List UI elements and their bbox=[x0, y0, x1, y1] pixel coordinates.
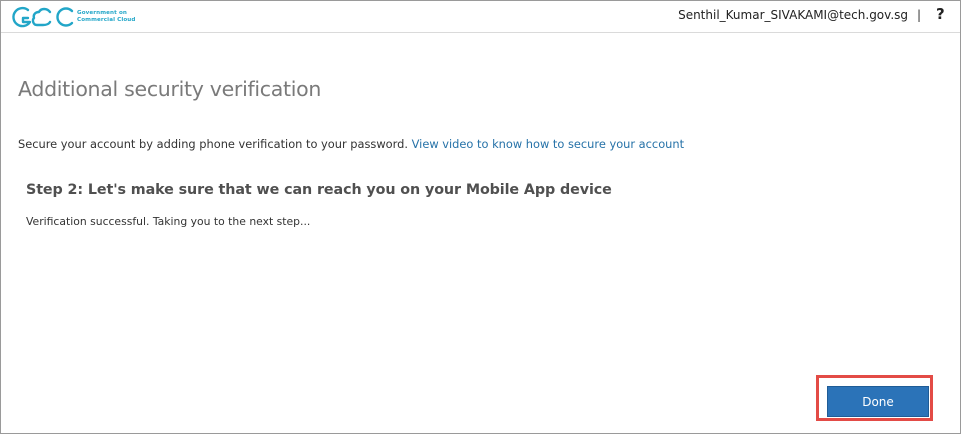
logo-line-2: Commercial Cloud bbox=[77, 17, 136, 23]
gcc-logo: Government on Commercial Cloud bbox=[10, 4, 135, 30]
page-frame: Government on Commercial Cloud Senthil_K… bbox=[0, 0, 961, 434]
page-title: Additional security verification bbox=[18, 77, 322, 101]
logo-text: Government on Commercial Cloud bbox=[77, 10, 135, 24]
done-button[interactable]: Done bbox=[827, 386, 929, 417]
header-separator: | bbox=[917, 8, 922, 22]
help-icon[interactable]: ? bbox=[936, 5, 945, 23]
verification-status: Verification successful. Taking you to t… bbox=[26, 215, 311, 228]
intro-paragraph: Secure your account by adding phone veri… bbox=[18, 137, 684, 151]
intro-text: Secure your account by adding phone veri… bbox=[18, 137, 408, 151]
logo-line-1: Government on bbox=[77, 10, 127, 16]
gcc-logo-icon bbox=[12, 6, 74, 28]
user-email[interactable]: Senthil_Kumar_SIVAKAMI@tech.gov.sg bbox=[678, 8, 908, 22]
step-heading: Step 2: Let's make sure that we can reac… bbox=[26, 182, 612, 198]
top-bar: Government on Commercial Cloud Senthil_K… bbox=[1, 1, 960, 33]
secure-account-video-link[interactable]: View video to know how to secure your ac… bbox=[412, 137, 684, 151]
